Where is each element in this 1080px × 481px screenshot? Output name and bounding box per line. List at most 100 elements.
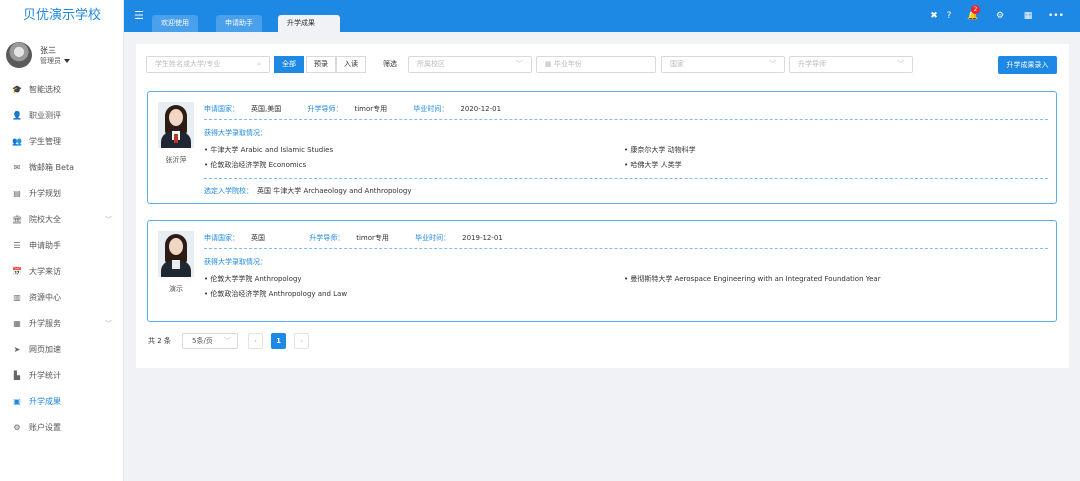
sidebar-item-label: 学生管理 [29,137,61,146]
offer-item: • 牛津大学 Arabic and Islamic Studies [204,146,334,154]
page-size-select[interactable]: 5条/页 ﹀ [182,333,238,349]
sidebar-item[interactable]: ☰ 申请助手 [0,237,124,263]
sidebar-item[interactable]: 👤 职业测评 [0,107,124,133]
page-size-value: 5条/页 [192,337,213,345]
sidebar-item[interactable]: ✉ 微邮箱 Beta [0,159,124,185]
offer-item: • 曼彻斯特大学 Aerospace Engineering with an I… [624,275,881,283]
plan-icon: ▤ [13,189,21,198]
more-icon[interactable]: ••• [1048,8,1064,24]
offer-item: • 伦敦政治经济学院 Anthropology and Law [204,290,348,298]
help-icon[interactable]: ? [942,8,956,24]
user-role-dropdown[interactable]: 管理员 [40,56,70,66]
send-icon: ➤ [13,345,21,354]
user-role: 管理员 [40,57,61,65]
sidebar-item[interactable]: ▙ 升学统计 [0,367,124,393]
gear-icon: ⚙ [13,423,21,432]
advisor-value: timor专用 [354,105,388,113]
sidebar-item[interactable]: 🎓 智能选校 [0,81,124,107]
close-circle-icon[interactable]: ✖ [927,8,941,24]
chosen-school: 选定入学院校： 英国 牛津大学 Archaeology and Anthropol… [204,186,412,196]
tab-label: 欢迎使用 [161,19,189,27]
calendar-icon: ▦ [545,60,554,68]
tab-apply-assistant[interactable]: 申请助手 [216,15,262,32]
record-meta: 申请国家： 英国 升学导师： timor专用 毕业时间： 2019-12-01 [204,233,527,243]
total-count: 共 2 条 [148,337,171,345]
bell-icon[interactable]: 🔔 2 [966,5,980,24]
grad-label: 毕业时间： [415,234,451,242]
offer-item: • 哈佛大学 人类学 [624,161,682,169]
calendar-icon[interactable]: ▦ [1021,8,1035,24]
grad-year-picker[interactable]: ▦ 毕业年份 [536,56,656,73]
list-icon: ☰ [13,241,21,250]
divider [204,178,1048,179]
user-panel[interactable]: 张三 管理员 [6,42,116,72]
sidebar-item[interactable]: ⚙ 账户设置 [0,419,124,445]
sidebar-item-label: 大学来访 [29,267,61,276]
student-name[interactable]: 张沂萍 [156,155,196,165]
grad-value: 2020-12-01 [460,105,502,113]
student-photo [158,102,194,148]
advisor-label: 升学导师： [307,105,343,113]
next-page-button[interactable]: › [294,333,309,349]
sidebar-item-label: 升学服务 [29,319,61,328]
sidebar-item[interactable]: ➤ 网页加速 [0,341,124,367]
sidebar-item[interactable]: 👥 学生管理 [0,133,124,159]
offer-item: • 伦敦政治经济学院 Economics [204,161,307,169]
sidebar-item[interactable]: 📅 大学来访 [0,263,124,289]
tab-admission-results[interactable]: 升学成果 [278,15,340,32]
menu-toggle-icon[interactable]: ☰ [134,9,144,22]
admission-entry-button[interactable]: 升学成果录入 [998,56,1057,74]
filter-all-button[interactable]: 全部 [274,56,304,73]
student-name[interactable]: 演示 [156,284,196,294]
sidebar-item[interactable]: 🏛 院校大全 ﹀ [0,211,124,237]
campus-placeholder: 所属校区 [417,60,445,68]
users-icon: 👥 [12,137,22,146]
grad-value: 2019-12-01 [462,234,503,242]
sidebar-item[interactable]: ▣ 升学成果 [0,393,124,419]
mail-icon: ✉ [13,163,21,172]
sidebar-item[interactable]: ▤ 升学规划 [0,185,124,211]
result-card: 演示 申请国家： 英国 升学导师： timor专用 毕业时间： 2019-12-01 … [147,220,1057,322]
prev-page-button[interactable]: ‹ [248,333,263,349]
sidebar-item-label: 微邮箱 Beta [29,163,74,172]
avatar[interactable] [6,42,32,68]
grid-icon: ▦ [13,319,21,328]
sidebar-item[interactable]: ▥ 资源中心 [0,289,124,315]
country-select[interactable]: 国家 ﹀ [661,56,785,73]
filter-enrolled-button[interactable]: 入读 [336,56,366,73]
advisor-label: 升学导师： [309,234,345,242]
chevron-down-icon[interactable]: ﹀ [105,315,112,333]
gear-icon[interactable]: ⚙ [993,8,1007,24]
tab-label: 升学成果 [287,19,315,27]
campus-select[interactable]: 所属校区 ﹀ [408,56,532,73]
chosen-label: 选定入学院校： [204,187,253,195]
advisor-select[interactable]: 升学导师 ﹀ [789,56,913,73]
calendar-icon: 📅 [12,267,22,276]
caret-down-icon [64,59,70,63]
sidebar-item-label: 升学统计 [29,371,61,380]
sidebar-item[interactable]: ▦ 升学服务 ﹀ [0,315,124,341]
search-icon[interactable]: ⌕ [257,57,261,72]
country-value: 英国 [251,234,265,242]
sidebar-item-label: 院校大全 [29,215,61,224]
chevron-down-icon[interactable]: ﹀ [105,211,112,229]
search-input[interactable]: 学生姓名或大学/专业 ⌕ [146,56,270,73]
main-content: 学生姓名或大学/专业 ⌕ 全部 预录 入读 筛选 所属校区 ﹀ ▦ 毕业年份 国家 ﹀… [136,44,1069,368]
tab-welcome[interactable]: 欢迎使用 [152,15,198,32]
offer-item: • 康奈尔大学 动物科学 [624,146,696,154]
search-placeholder: 学生姓名或大学/专业 [155,60,221,68]
sidebar-item-label: 网页加速 [29,345,61,354]
user-name: 张三 [40,46,56,55]
school-logo-text[interactable]: 贝优演示学校 [0,0,124,32]
id-card-icon: ▣ [13,397,21,406]
filter-pre-admit-button[interactable]: 预录 [306,56,336,73]
graduation-cap-icon: 🎓 [12,85,22,94]
page-button[interactable]: 1 [271,333,286,349]
sidebar-item-label: 升学规划 [29,189,61,198]
chevron-down-icon: ﹀ [224,337,231,345]
country-label: 申请国家： [204,234,239,242]
institution-icon: 🏛 [12,215,23,224]
record-meta: 申请国家： 英国,美国 升学导师： timor专用 毕业时间： 2020-12-01 [204,104,525,114]
library-icon: ▥ [13,293,21,302]
advisor-placeholder: 升学导师 [798,60,826,68]
